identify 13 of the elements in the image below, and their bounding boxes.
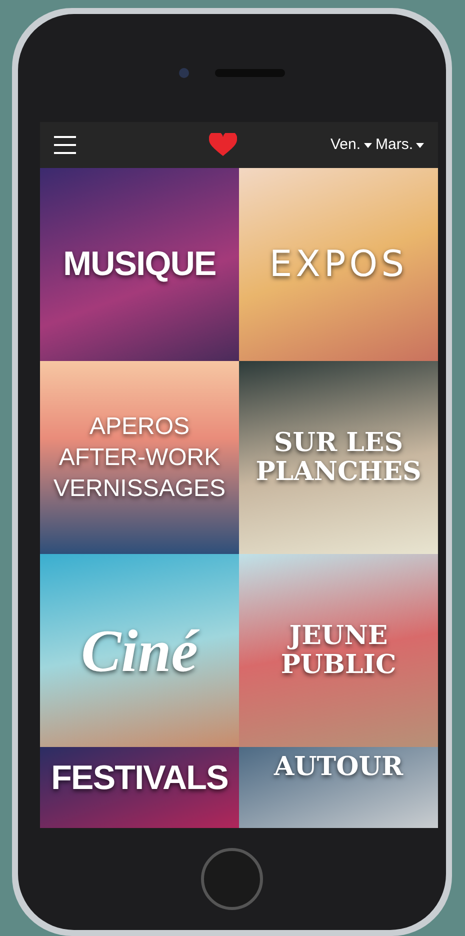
category-tile[interactable]: APEROS AFTER-WORK VERNISSAGES bbox=[40, 361, 239, 554]
category-tile[interactable]: FESTIVALS bbox=[40, 747, 239, 828]
menu-button[interactable] bbox=[54, 136, 76, 154]
month-dropdown[interactable]: Mars. bbox=[376, 134, 424, 156]
heart-icon[interactable] bbox=[209, 133, 238, 157]
caret-icon bbox=[364, 142, 372, 148]
category-tile[interactable]: MUSIQUE bbox=[40, 168, 239, 361]
category-tile[interactable]: SUR LES PLANCHES bbox=[239, 361, 438, 554]
category-tile[interactable]: JEUNE PUBLIC bbox=[239, 554, 438, 747]
month-dropdown[interactable]: Ven. bbox=[330, 134, 372, 156]
camera-icon bbox=[179, 68, 189, 78]
category-tile[interactable]: AUTOUR bbox=[239, 747, 438, 828]
caret-icon bbox=[416, 142, 424, 148]
